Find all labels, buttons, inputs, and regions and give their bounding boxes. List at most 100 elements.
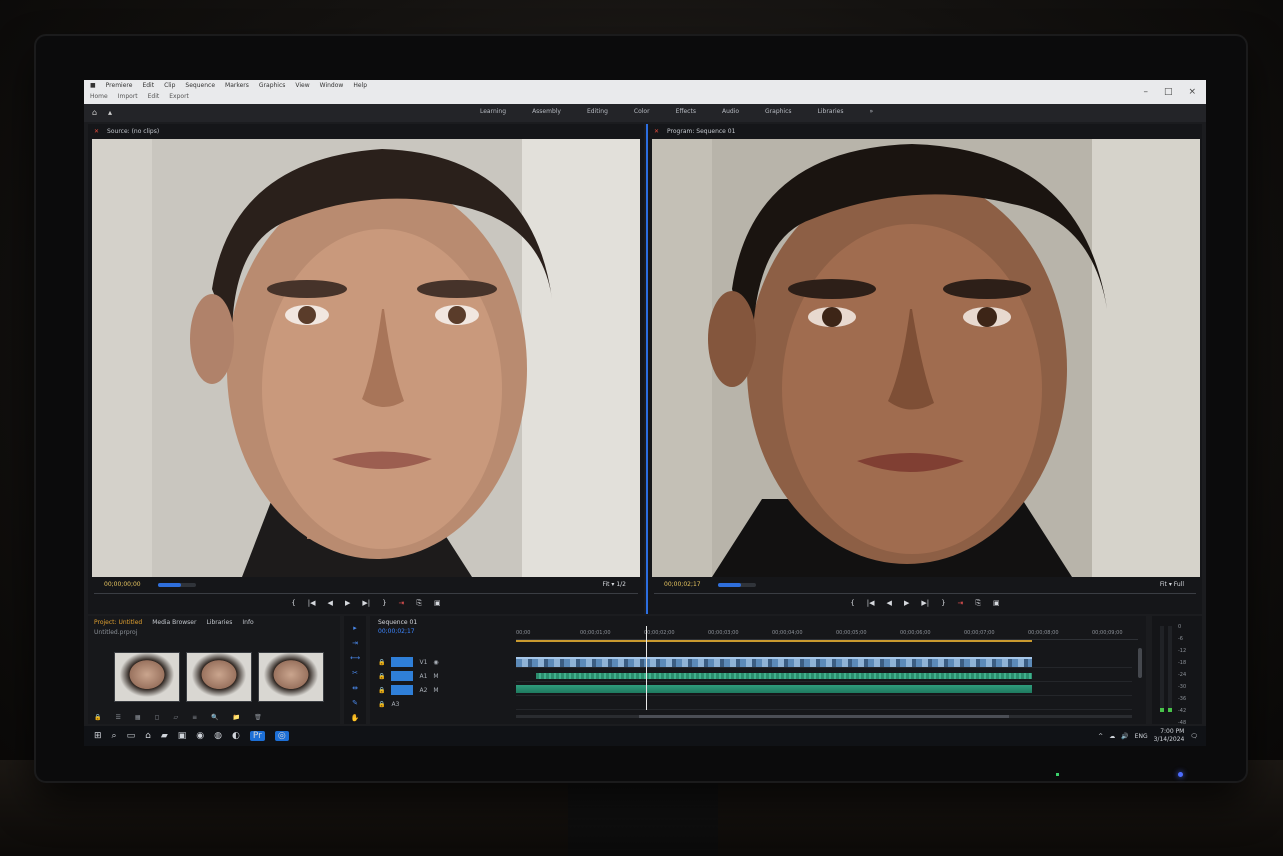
clip-thumbnail[interactable] [186, 652, 252, 702]
workspace-color[interactable]: Color [634, 108, 650, 115]
time-ruler[interactable]: 00;00 00;00;01;00 00;00;02;00 00;00;03;0… [516, 628, 1138, 640]
go-to-in-button[interactable]: |◀ [308, 599, 316, 608]
minimize-button[interactable]: – [1143, 87, 1148, 97]
track-lock-icon[interactable]: 🔒 [378, 673, 385, 680]
premiere-icon[interactable]: Pr [249, 731, 265, 741]
play-button[interactable]: ▶ [345, 599, 350, 608]
maximize-button[interactable]: □ [1164, 87, 1173, 97]
sequence-tab[interactable]: Sequence 01 [378, 619, 417, 626]
volume-icon[interactable]: 🔊 [1121, 733, 1128, 740]
workspace-assembly[interactable]: Assembly [532, 108, 561, 115]
trash-icon[interactable]: 🗑 [254, 714, 262, 721]
menu-item-markers[interactable]: Markers [225, 82, 249, 89]
step-back-button[interactable]: ◀ [328, 599, 333, 608]
language-indicator[interactable]: ENG [1135, 733, 1148, 740]
razor-tool-icon[interactable]: ✂ [352, 669, 358, 677]
zoom-slider-icon[interactable]: ▱ [174, 714, 179, 721]
mark-out-button[interactable]: } [382, 599, 386, 608]
menu-item-help[interactable]: Help [353, 82, 367, 89]
workspace-libraries[interactable]: Libraries [818, 108, 844, 115]
timeline-timecode[interactable]: 00;00;02;17 [378, 628, 415, 635]
mark-in-button[interactable]: { [291, 599, 295, 608]
menu-item-view[interactable]: View [295, 82, 309, 89]
chevron-up-icon[interactable]: ^ [1098, 733, 1103, 740]
step-forward-button[interactable]: ▶| [921, 599, 929, 608]
lift-button[interactable]: ⇥ [958, 599, 964, 608]
menu-item-edit[interactable]: Edit [142, 82, 154, 89]
track-select-tool-icon[interactable]: ⇥ [352, 639, 358, 647]
export-frame-button[interactable]: ▣ [993, 599, 1000, 608]
workspace-learning[interactable]: Learning [480, 108, 506, 115]
freeform-view-icon[interactable]: ◻ [155, 714, 160, 721]
close-button[interactable]: × [1188, 87, 1196, 97]
track-target-button[interactable] [391, 685, 414, 695]
submenu-export[interactable]: Export [169, 93, 189, 100]
menu-item-clip[interactable]: Clip [164, 82, 175, 89]
firefox-icon[interactable]: ◐ [232, 731, 240, 741]
audio-clip[interactable] [536, 673, 1032, 679]
start-icon[interactable]: ⊞ [94, 731, 102, 741]
media-icon[interactable]: ◎ [274, 731, 289, 741]
program-monitor-tab[interactable]: Program: Sequence 01 [667, 128, 735, 135]
timeline-vertical-scrollbar[interactable] [1138, 648, 1142, 678]
clip-thumbnail[interactable] [258, 652, 324, 702]
menu-item-graphics[interactable]: Graphics [259, 82, 286, 89]
source-monitor-tab[interactable]: Source: (no clips) [107, 128, 159, 135]
menu-item-sequence[interactable]: Sequence [185, 82, 215, 89]
close-icon[interactable]: ✕ [94, 128, 99, 135]
new-bin-icon[interactable]: 📁 [233, 714, 240, 721]
selection-tool-icon[interactable]: ▸ [353, 624, 357, 632]
menu-item-logo[interactable]: ■ [90, 82, 96, 89]
mute-icon[interactable]: M [433, 687, 438, 694]
source-fit-select[interactable]: Fit ▾ 1/2 [602, 581, 626, 588]
ripple-edit-tool-icon[interactable]: ⟷ [350, 654, 360, 662]
track-lock-icon[interactable]: 🔒 [378, 687, 385, 694]
menu-item-window[interactable]: Window [320, 82, 344, 89]
workspace-more[interactable]: » [869, 108, 873, 115]
workspace-effects[interactable]: Effects [676, 108, 696, 115]
list-view-icon[interactable]: ☰ [115, 714, 120, 721]
program-video-frame[interactable] [652, 139, 1200, 577]
step-forward-button[interactable]: ▶| [362, 599, 370, 608]
playhead[interactable] [646, 626, 647, 710]
tab-libraries[interactable]: Libraries [206, 619, 232, 626]
home-icon[interactable]: ⌂ [145, 731, 151, 741]
track-target-button[interactable] [391, 657, 414, 667]
sort-icon[interactable]: ≡ [192, 714, 197, 721]
submenu-home[interactable]: Home [90, 93, 108, 100]
home-icon[interactable]: ⌂ [92, 108, 97, 117]
browser-icon[interactable]: ◉ [196, 731, 204, 741]
task-view-icon[interactable]: ▭ [127, 731, 136, 741]
notification-icon[interactable]: 🗨 [1190, 733, 1198, 740]
step-back-button[interactable]: ◀ [887, 599, 892, 608]
lock-icon[interactable]: 🔒 [94, 714, 101, 721]
export-frame-button[interactable]: ▣ [434, 599, 441, 608]
program-scrubber[interactable] [654, 593, 1196, 594]
program-timecode[interactable]: 00;00;02;17 [664, 581, 701, 588]
video-clip[interactable] [516, 657, 1032, 667]
workspace-audio[interactable]: Audio [722, 108, 739, 115]
mark-in-button[interactable]: { [850, 599, 854, 608]
clock[interactable]: 7:00 PM 3/14/2024 [1154, 728, 1185, 744]
store-icon[interactable]: ▣ [178, 731, 187, 741]
audio-clip[interactable] [516, 685, 1032, 693]
work-area-bar[interactable] [516, 640, 1032, 642]
extract-button[interactable]: ⎘ [975, 599, 981, 608]
tab-media-browser[interactable]: Media Browser [152, 619, 196, 626]
workspace-graphics[interactable]: Graphics [765, 108, 792, 115]
program-fit-select[interactable]: Fit ▾ Full [1160, 581, 1184, 588]
source-zoom-slider[interactable] [158, 583, 196, 587]
clip-thumbnail[interactable] [114, 652, 180, 702]
search-icon[interactable]: 🔍 [211, 714, 218, 721]
mute-icon[interactable]: M [433, 673, 438, 680]
hand-tool-icon[interactable]: ✋ [351, 714, 360, 722]
go-to-in-button[interactable]: |◀ [867, 599, 875, 608]
source-video-frame[interactable] [92, 139, 640, 577]
overwrite-button[interactable]: ⎘ [416, 599, 422, 608]
play-button[interactable]: ▶ [904, 599, 909, 608]
track-target-button[interactable] [391, 671, 414, 681]
tab-project[interactable]: Project: Untitled [94, 619, 142, 626]
source-timecode[interactable]: 00;00;00;00 [104, 581, 141, 588]
timeline-horizontal-scrollbar[interactable] [516, 715, 1132, 718]
import-icon[interactable]: ▴ [108, 108, 112, 117]
